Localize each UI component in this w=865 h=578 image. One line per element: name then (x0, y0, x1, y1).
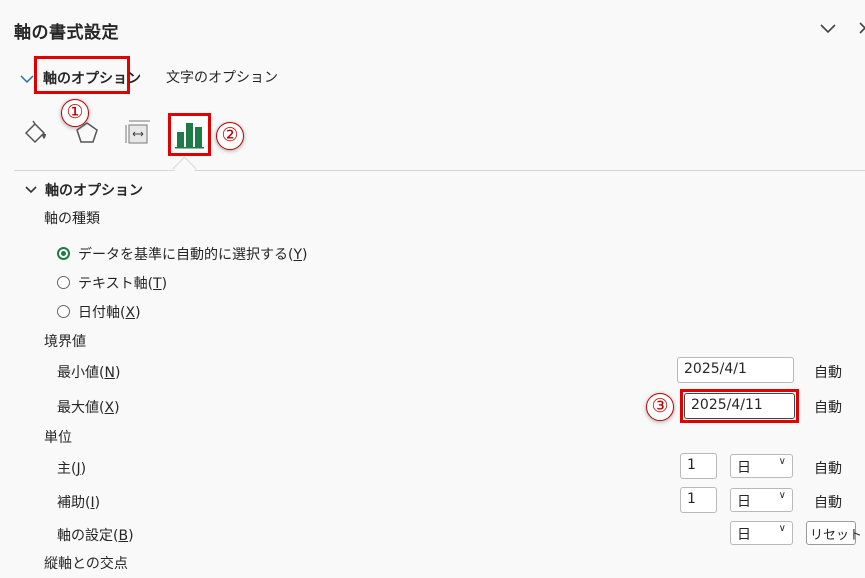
max-bound-label: 最大値(X) (57, 400, 120, 416)
base-unit-label: 軸の設定(B) (57, 528, 134, 544)
radio-date-axis[interactable] (57, 305, 70, 318)
minor-unit-input[interactable]: 1 (680, 487, 717, 513)
major-unit-select[interactable]: 日 ∨ (730, 454, 793, 478)
vertical-axis-crosses-label: 縦軸との交点 (44, 556, 128, 572)
reset-button[interactable]: リセット (806, 521, 862, 545)
radio-auto-select[interactable] (57, 247, 70, 260)
max-bound-auto: 自動 (814, 400, 842, 416)
units-label: 単位 (44, 430, 72, 446)
major-unit-label: 主(J) (57, 461, 87, 477)
section-divider (14, 170, 865, 171)
axis-type-label: 軸の種類 (44, 211, 100, 227)
section-title: 軸のオプション (45, 183, 143, 199)
section-collapse-icon[interactable] (25, 183, 37, 199)
tab-axis-options[interactable]: 軸のオプション (34, 56, 141, 94)
size-properties-icon[interactable] (123, 118, 153, 152)
annotation-badge-3: ③ (646, 393, 674, 421)
major-unit-input[interactable]: 1 (680, 453, 717, 479)
close-icon[interactable] (858, 18, 865, 43)
minor-unit-auto: 自動 (814, 495, 842, 511)
annotation-badge-2: ② (216, 122, 244, 150)
tab-axis-options-label: 軸のオプション (43, 71, 141, 87)
pane-title: 軸の書式設定 (14, 23, 119, 43)
minor-unit-select[interactable]: 日 ∨ (730, 488, 793, 512)
selected-tab-pointer (172, 156, 197, 181)
chevron-down-icon: ∨ (778, 456, 786, 467)
fill-line-icon[interactable] (22, 118, 52, 152)
min-bound-auto: 自動 (814, 365, 842, 381)
chevron-down-icon: ∨ (778, 523, 786, 534)
tab-collapse-chevron-icon[interactable] (20, 72, 34, 88)
effects-pentagon-icon[interactable] (72, 118, 102, 152)
max-bound-input[interactable]: 2025/4/11 (684, 393, 795, 419)
minor-unit-label: 補助(I) (57, 495, 101, 511)
radio-date-axis-label[interactable]: 日付軸(X) (78, 302, 141, 322)
tab-text-options[interactable]: 文字のオプション (166, 67, 278, 87)
radio-text-axis[interactable] (57, 276, 70, 289)
min-bound-input[interactable]: 2025/4/1 (677, 357, 794, 383)
bounds-label: 境界値 (44, 334, 86, 350)
base-unit-select[interactable]: 日 ∨ (730, 521, 793, 545)
min-bound-label: 最小値(N) (57, 365, 121, 381)
radio-text-axis-label[interactable]: テキスト軸(T) (78, 273, 167, 293)
radio-auto-select-label[interactable]: データを基準に自動的に選択する(Y) (78, 244, 308, 264)
axis-options-bar-chart-icon[interactable] (168, 113, 211, 156)
major-unit-auto: 自動 (814, 461, 842, 477)
chevron-down-icon[interactable] (818, 18, 838, 43)
chevron-down-icon: ∨ (778, 490, 786, 501)
